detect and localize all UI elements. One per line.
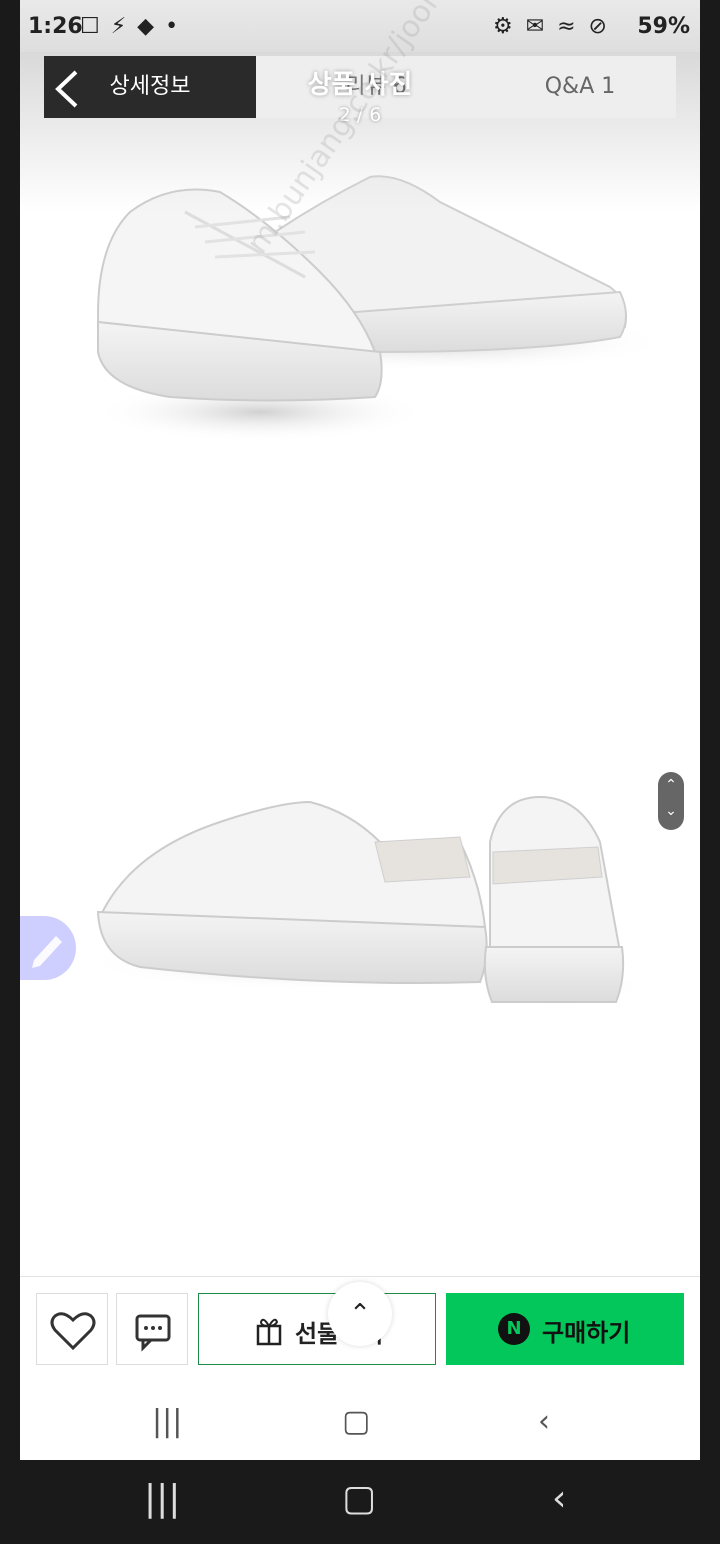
write-review-fab[interactable] (20, 916, 76, 980)
buy-button[interactable]: N 구매하기 (446, 1293, 684, 1365)
device-back-icon[interactable]: ‹ (552, 1478, 566, 1519)
pen-icon (32, 936, 62, 968)
status-bar: 1:26 ☐ ⚡ ◆ • ⚙ ✉ ≈ ⊘ 59% (20, 0, 700, 52)
app-viewport: 1:26 ☐ ⚡ ◆ • ⚙ ✉ ≈ ⊘ 59% 상세정보 리뷰 6 Q&A 1… (20, 0, 700, 1460)
device-home-icon[interactable]: ▢ (342, 1478, 376, 1519)
screen: 1:26 ☐ ⚡ ◆ • ⚙ ✉ ≈ ⊘ 59% 상세정보 리뷰 6 Q&A 1… (0, 0, 720, 1544)
buy-label: 구매하기 (542, 1319, 631, 1347)
back-icon[interactable]: ‹ (538, 1404, 550, 1439)
status-time: 1:26 (28, 14, 83, 39)
device-recents-icon[interactable]: ||| (144, 1478, 180, 1519)
notification-icons: ☐ ⚡ ◆ • (80, 14, 181, 39)
home-icon[interactable]: ▢ (342, 1404, 370, 1439)
chevron-up-icon: ⌃ (665, 777, 677, 793)
naver-pay-icon: N (498, 1313, 530, 1345)
like-button[interactable] (36, 1293, 108, 1365)
scroll-handle[interactable]: ⌃ ⌄ (658, 772, 684, 830)
gift-icon (256, 1318, 282, 1346)
heart-icon (50, 1312, 96, 1351)
system-status-icons: ⚙ ✉ ≈ ⊘ (492, 14, 610, 39)
recents-icon[interactable]: ||| (152, 1404, 182, 1439)
battery-level: 59% (637, 14, 690, 39)
device-navigation-bar: ||| ▢ ‹ (0, 1460, 720, 1544)
chat-bubble-icon (135, 1314, 171, 1352)
chevron-down-icon: ⌄ (665, 803, 677, 819)
inner-navigation-bar: ||| ▢ ‹ (20, 1380, 700, 1460)
scroll-to-top-button[interactable]: ⌃ (328, 1282, 392, 1346)
chat-button[interactable] (116, 1293, 188, 1365)
gift-button[interactable]: 선물하기 (198, 1293, 436, 1365)
sneaker-photo-image (80, 175, 670, 1007)
product-photo[interactable] (20, 52, 700, 1274)
